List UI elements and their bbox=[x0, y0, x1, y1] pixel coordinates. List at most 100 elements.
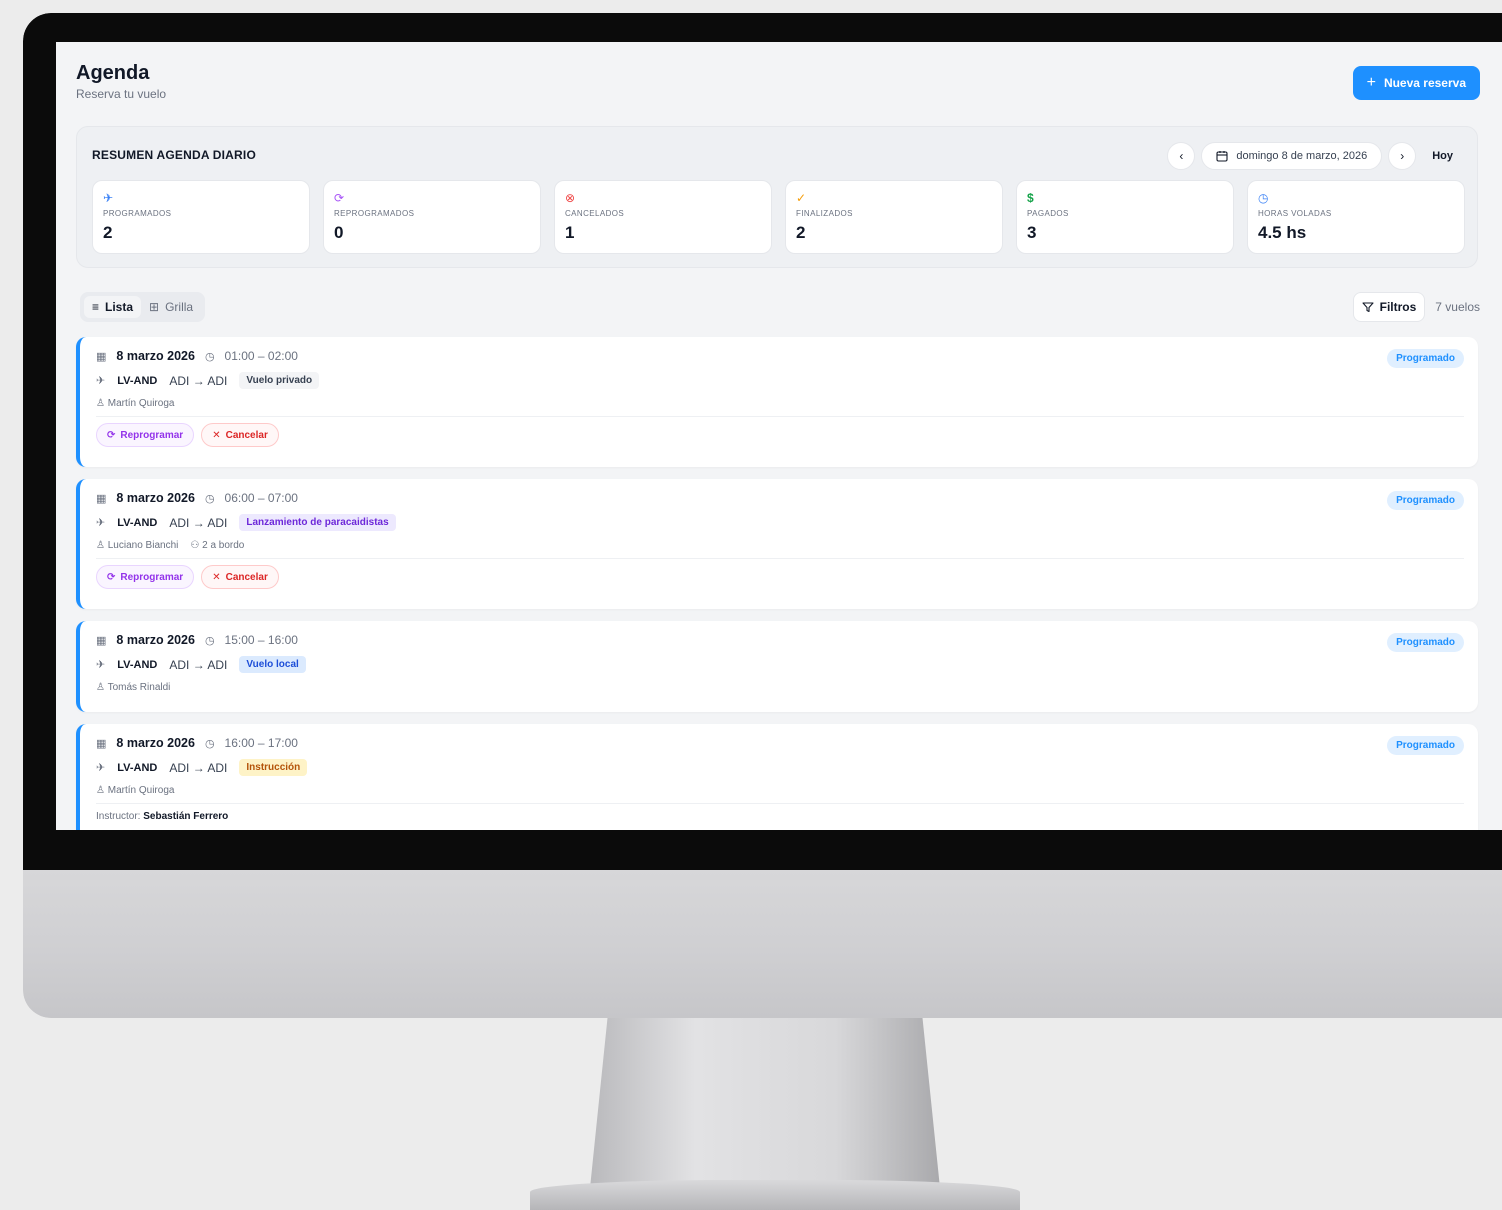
close-icon: ✕ bbox=[212, 571, 221, 583]
pilot-name: Luciano Bianchi bbox=[107, 540, 179, 551]
status-badge: Programado bbox=[1387, 349, 1464, 368]
clock-icon: ◷ bbox=[204, 737, 215, 750]
flight-card[interactable]: ▦ 8 marzo 2026 ◷ 06:00 – 07:00 ✈ LV-AND … bbox=[76, 479, 1478, 609]
clock-icon: ◷ bbox=[204, 492, 215, 505]
stat-label: CANCELADOS bbox=[565, 209, 625, 218]
x-circle-icon: ⊗ bbox=[565, 191, 576, 205]
flight-card[interactable]: ▦ 8 marzo 2026 ◷ 15:00 – 16:00 ✈ LV-AND … bbox=[76, 621, 1478, 712]
monitor-stand-base bbox=[530, 1180, 1020, 1210]
stat-value: 2 bbox=[103, 223, 113, 242]
plane-icon: ✈ bbox=[96, 659, 106, 671]
flight-list: ▦ 8 marzo 2026 ◷ 01:00 – 02:00 ✈ LV-AND … bbox=[76, 337, 1478, 830]
stat-card-finalizados: ✓ FINALIZADOS 2 bbox=[785, 180, 1003, 254]
filters-button[interactable]: Filtros bbox=[1352, 292, 1426, 322]
flight-date: 8 marzo 2026 bbox=[116, 736, 195, 750]
aircraft-registration: LV-AND bbox=[117, 761, 158, 774]
date-navigator: ‹ domingo 8 de marzo, 2026 › Hoy bbox=[1167, 142, 1463, 170]
flight-date: 8 marzo 2026 bbox=[116, 491, 195, 505]
calendar-icon: ▦ bbox=[96, 492, 107, 505]
flight-time: 16:00 – 17:00 bbox=[224, 736, 298, 750]
view-list-button[interactable]: ≡ Lista bbox=[84, 296, 142, 318]
stats-row: ✈ PROGRAMADOS 2 ⟳ REPROGRAMADOS 0 ⊗ CANC… bbox=[92, 180, 1465, 254]
flight-card[interactable]: ▦ 8 marzo 2026 ◷ 01:00 – 02:00 ✈ LV-AND … bbox=[76, 337, 1478, 467]
card-divider bbox=[96, 803, 1464, 804]
list-icon: ≡ bbox=[92, 300, 100, 314]
user-icon: ♙ bbox=[96, 682, 105, 693]
prev-day-button[interactable]: ‹ bbox=[1167, 142, 1196, 170]
clock-icon: ◷ bbox=[204, 350, 215, 363]
new-booking-label: Nueva reserva bbox=[1383, 76, 1466, 90]
calendar-icon: ▦ bbox=[96, 634, 107, 647]
plane-icon: ✈ bbox=[96, 375, 106, 387]
filter-icon bbox=[1362, 302, 1374, 313]
instructor-label: Instructor: bbox=[96, 811, 141, 822]
plane-icon: ✈ bbox=[96, 517, 106, 529]
reschedule-button[interactable]: ⟳ Reprogramar bbox=[96, 423, 195, 447]
page-header: Agenda Reserva tu vuelo bbox=[76, 62, 166, 101]
user-icon: ♙ bbox=[96, 785, 105, 796]
status-badge: Programado bbox=[1387, 491, 1464, 510]
cancel-label: Cancelar bbox=[225, 571, 268, 583]
aircraft-registration: LV-AND bbox=[117, 658, 158, 671]
aircraft-registration: LV-AND bbox=[117, 374, 158, 387]
cancel-button[interactable]: ✕ Cancelar bbox=[201, 423, 279, 447]
view-grid-label: Grilla bbox=[165, 300, 194, 314]
calendar-icon bbox=[1216, 151, 1228, 162]
users-icon: ⚇ bbox=[190, 540, 200, 551]
stat-value: 0 bbox=[334, 223, 344, 242]
card-divider bbox=[96, 558, 1464, 559]
grid-icon: ⊞ bbox=[149, 300, 160, 314]
instructor-line: Instructor: Sebastián Ferrero bbox=[96, 811, 1464, 822]
stat-label: PAGADOS bbox=[1027, 209, 1069, 218]
pilot-name: Tomás Rinaldi bbox=[107, 682, 171, 693]
view-toggle: ≡ Lista ⊞ Grilla bbox=[80, 292, 206, 322]
selected-date: domingo 8 de marzo, 2026 bbox=[1236, 150, 1368, 162]
stat-label: FINALIZADOS bbox=[796, 209, 853, 218]
stat-label: REPROGRAMADOS bbox=[334, 209, 415, 218]
app-screen: Agenda Reserva tu vuelo + Nueva reserva … bbox=[56, 42, 1502, 830]
user-icon: ♙ bbox=[96, 398, 105, 409]
new-booking-button[interactable]: + Nueva reserva bbox=[1352, 66, 1480, 100]
flight-route: ADI → ADI bbox=[169, 515, 228, 530]
stat-card-pagados: $ PAGADOS 3 bbox=[1016, 180, 1234, 254]
flight-type-tag: Instrucción bbox=[239, 759, 308, 776]
stat-value: 1 bbox=[565, 223, 575, 242]
date-picker[interactable]: domingo 8 de marzo, 2026 bbox=[1201, 142, 1383, 170]
stat-label: PROGRAMADOS bbox=[103, 209, 172, 218]
cancel-button[interactable]: ✕ Cancelar bbox=[201, 565, 279, 589]
page-subtitle: Reserva tu vuelo bbox=[76, 87, 167, 101]
stat-card-horas-voladas: ◷ HORAS VOLADAS 4.5 hs bbox=[1247, 180, 1465, 254]
status-badge: Programado bbox=[1387, 633, 1464, 652]
flight-card[interactable]: ▦ 8 marzo 2026 ◷ 16:00 – 17:00 ✈ LV-AND … bbox=[76, 724, 1478, 830]
instructor-name: Sebastián Ferrero bbox=[143, 811, 229, 822]
flight-time: 06:00 – 07:00 bbox=[224, 491, 298, 505]
plane-icon: ✈ bbox=[96, 762, 106, 774]
list-toolbar: ≡ Lista ⊞ Grilla Filtros 7 vuelos bbox=[80, 292, 1480, 322]
today-button[interactable]: Hoy bbox=[1422, 150, 1463, 162]
reschedule-label: Reprogramar bbox=[120, 571, 184, 583]
pilot-name: Martín Quiroga bbox=[107, 398, 175, 409]
summary-title: RESUMEN AGENDA DIARIO bbox=[92, 148, 256, 162]
flight-type-tag: Vuelo local bbox=[239, 656, 306, 673]
stat-value: 2 bbox=[796, 223, 806, 242]
flight-type-tag: Lanzamiento de paracaidistas bbox=[239, 514, 396, 531]
flight-route: ADI → ADI bbox=[169, 760, 228, 775]
clock-icon: ◷ bbox=[1258, 191, 1269, 205]
user-icon: ♙ bbox=[96, 540, 105, 551]
filters-group: Filtros 7 vuelos bbox=[1352, 292, 1480, 322]
reschedule-button[interactable]: ⟳ Reprogramar bbox=[96, 565, 195, 589]
next-day-button[interactable]: › bbox=[1388, 142, 1417, 170]
view-list-label: Lista bbox=[105, 300, 134, 314]
reschedule-label: Reprogramar bbox=[120, 429, 184, 441]
flight-time: 01:00 – 02:00 bbox=[224, 349, 298, 363]
monitor-chin bbox=[23, 870, 1502, 1018]
filters-label: Filtros bbox=[1379, 300, 1417, 314]
status-badge: Programado bbox=[1387, 736, 1464, 755]
calendar-icon: ▦ bbox=[96, 350, 107, 363]
flights-count: 7 vuelos bbox=[1435, 300, 1480, 314]
view-grid-button[interactable]: ⊞ Grilla bbox=[141, 296, 201, 318]
card-divider bbox=[96, 416, 1464, 417]
page-title: Agenda bbox=[76, 62, 150, 84]
plane-icon: ✈ bbox=[103, 191, 114, 205]
aircraft-registration: LV-AND bbox=[117, 516, 158, 529]
